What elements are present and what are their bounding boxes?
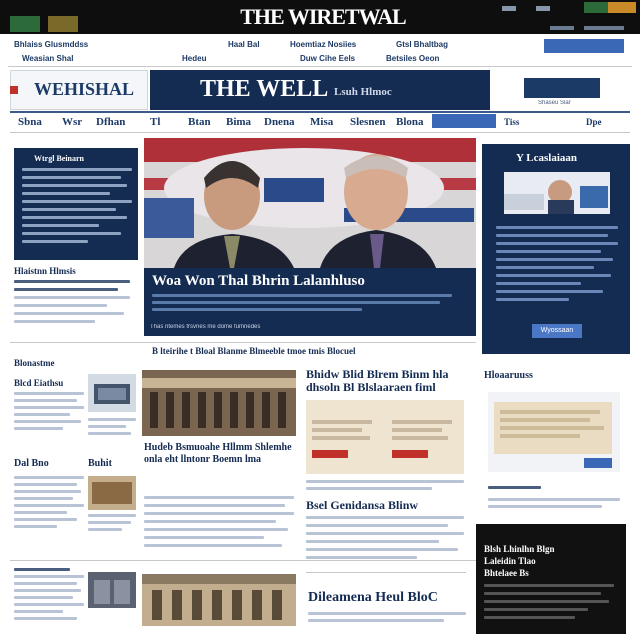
lower-divider <box>10 560 476 561</box>
lower-left-photo-2[interactable] <box>88 476 136 510</box>
center-right-headline-2[interactable]: Bsel Genidansa Blinw <box>306 498 464 513</box>
center-photo-2[interactable] <box>142 574 296 626</box>
lower-left-photo-3[interactable] <box>88 572 136 608</box>
top-right-link[interactable] <box>502 6 516 11</box>
divider <box>8 66 632 67</box>
right-small-head[interactable]: Hloaaruuss <box>484 370 584 381</box>
center-photo-1[interactable] <box>142 370 296 436</box>
lower-left-lines-5 <box>14 568 84 620</box>
lower-left-lines-3 <box>14 476 84 528</box>
masthead-left-title: WEHISHAL <box>34 79 135 99</box>
lower-left-head-2[interactable]: Blcd Eiathsu <box>14 378 94 388</box>
right-feature-button[interactable]: Wyossaan <box>532 324 582 338</box>
lower-left-head-3[interactable]: Dal Bno <box>14 458 74 469</box>
nav-item-6[interactable]: Bima <box>226 116 251 128</box>
lead-caption: Thas ntemes frsvnes me dome fumnedes <box>150 324 261 330</box>
nav-item-2[interactable]: Wsr <box>62 116 82 128</box>
center-right-lines-1 <box>306 480 464 490</box>
mid-divider <box>10 342 476 343</box>
subnav-center-sub-1[interactable]: Hedeu <box>182 54 232 63</box>
masthead-right-label: Shaseu Slar <box>538 100 571 106</box>
site-logo[interactable]: THE WIRETWAL <box>232 2 414 32</box>
lead-headline[interactable]: Woa Won Thal Bhrin Lalanhluso <box>152 272 452 290</box>
nav-right-1[interactable]: Tiss <box>504 117 519 127</box>
lower-left-head-4[interactable]: Buhit <box>88 458 128 469</box>
bottom-lines <box>308 612 466 622</box>
lower-left-lines-1 <box>14 392 84 430</box>
red-marker <box>10 86 18 94</box>
tab-green[interactable] <box>10 16 40 32</box>
subnav-left-link[interactable]: Bhlaiss Glusmddss <box>14 40 114 49</box>
right-small-lines <box>488 480 620 508</box>
left-feature-title: Wtrgl Beinarn <box>34 154 84 163</box>
nav-item-4[interactable]: Tl <box>150 116 160 128</box>
dark-feature-title: Blsh Lhinlhn Blgn <box>484 544 555 554</box>
top-right-tab-2[interactable] <box>608 2 636 13</box>
nav-right-2[interactable]: Dpe <box>586 117 602 127</box>
subnav-center-sub-3[interactable]: Betsiles Oeon <box>386 54 456 63</box>
dark-feature-lines <box>484 584 614 619</box>
masthead-divider <box>10 111 630 113</box>
right-feature-photo[interactable] <box>504 172 610 214</box>
nav-divider <box>10 132 630 133</box>
left-feature-lines <box>22 168 132 252</box>
tab-olive[interactable] <box>48 16 78 32</box>
lower-left-head-1[interactable]: Blonastme <box>14 358 94 368</box>
nav-item-10[interactable]: Blona <box>396 116 424 128</box>
subnav-button[interactable] <box>544 39 624 53</box>
lower-left-photo-1[interactable] <box>88 374 136 412</box>
right-feature-title: Y Lcaslaiaan <box>516 152 578 164</box>
masthead-center-sub: Lsuh Hlmoc <box>334 86 392 98</box>
subnav-center-2[interactable]: Hoemtiaz Nosiies <box>290 40 386 49</box>
left-section-lines <box>14 280 130 323</box>
bottom-headline[interactable]: Dileamena Heul BloC <box>308 590 468 606</box>
dark-feature-line-2: Bhtelaee Bs <box>484 568 529 578</box>
right-feature-lines <box>496 226 618 301</box>
subnav-center-3[interactable]: Gtsl Bhaltbag <box>396 40 456 49</box>
masthead-center-title: THE WELL <box>200 76 329 102</box>
center-right-chart[interactable] <box>306 400 464 474</box>
lead-dek <box>152 294 452 311</box>
masthead-right-box[interactable] <box>524 78 600 98</box>
lower-left-lines-4 <box>88 514 136 531</box>
subnav-center-1[interactable]: Haal Bal <box>228 40 284 49</box>
nav-item-9[interactable]: Slesnen <box>350 116 385 128</box>
top-right-link-2[interactable] <box>536 6 550 11</box>
nav-item-7[interactable]: Dnena <box>264 116 295 128</box>
lower-left-lines-2 <box>88 418 136 435</box>
nav-item-5[interactable]: Btan <box>188 116 211 128</box>
mid-wide-headline[interactable]: B lteirihe t Bloal Blanme Blmeeble tmoe … <box>152 346 452 356</box>
subnav-center-sub-2[interactable]: Duw Cihe Eels <box>300 54 380 63</box>
top-right-link-4[interactable] <box>584 26 624 30</box>
left-section-title[interactable]: Hlaistnn Hlmsis <box>14 266 134 276</box>
center-lines-1 <box>144 496 294 547</box>
center-right-divider <box>306 572 466 573</box>
center-right-lines-2 <box>306 516 464 559</box>
dark-feature-line-1: Laleidin Tlao <box>484 556 536 566</box>
subnav-left-sub[interactable]: Weasian Shal <box>22 54 102 63</box>
right-small-chart[interactable] <box>488 392 620 472</box>
nav-item-8[interactable]: Misa <box>310 116 333 128</box>
center-headline[interactable]: Hudeb Bsmuoahe Hllmm Shlemhe onla eht ll… <box>144 442 294 490</box>
nav-item-3[interactable]: Dfhan <box>96 116 125 128</box>
nav-search[interactable] <box>432 114 496 128</box>
nav-item-1[interactable]: Sbna <box>18 116 42 128</box>
top-right-link-3[interactable] <box>550 26 574 30</box>
